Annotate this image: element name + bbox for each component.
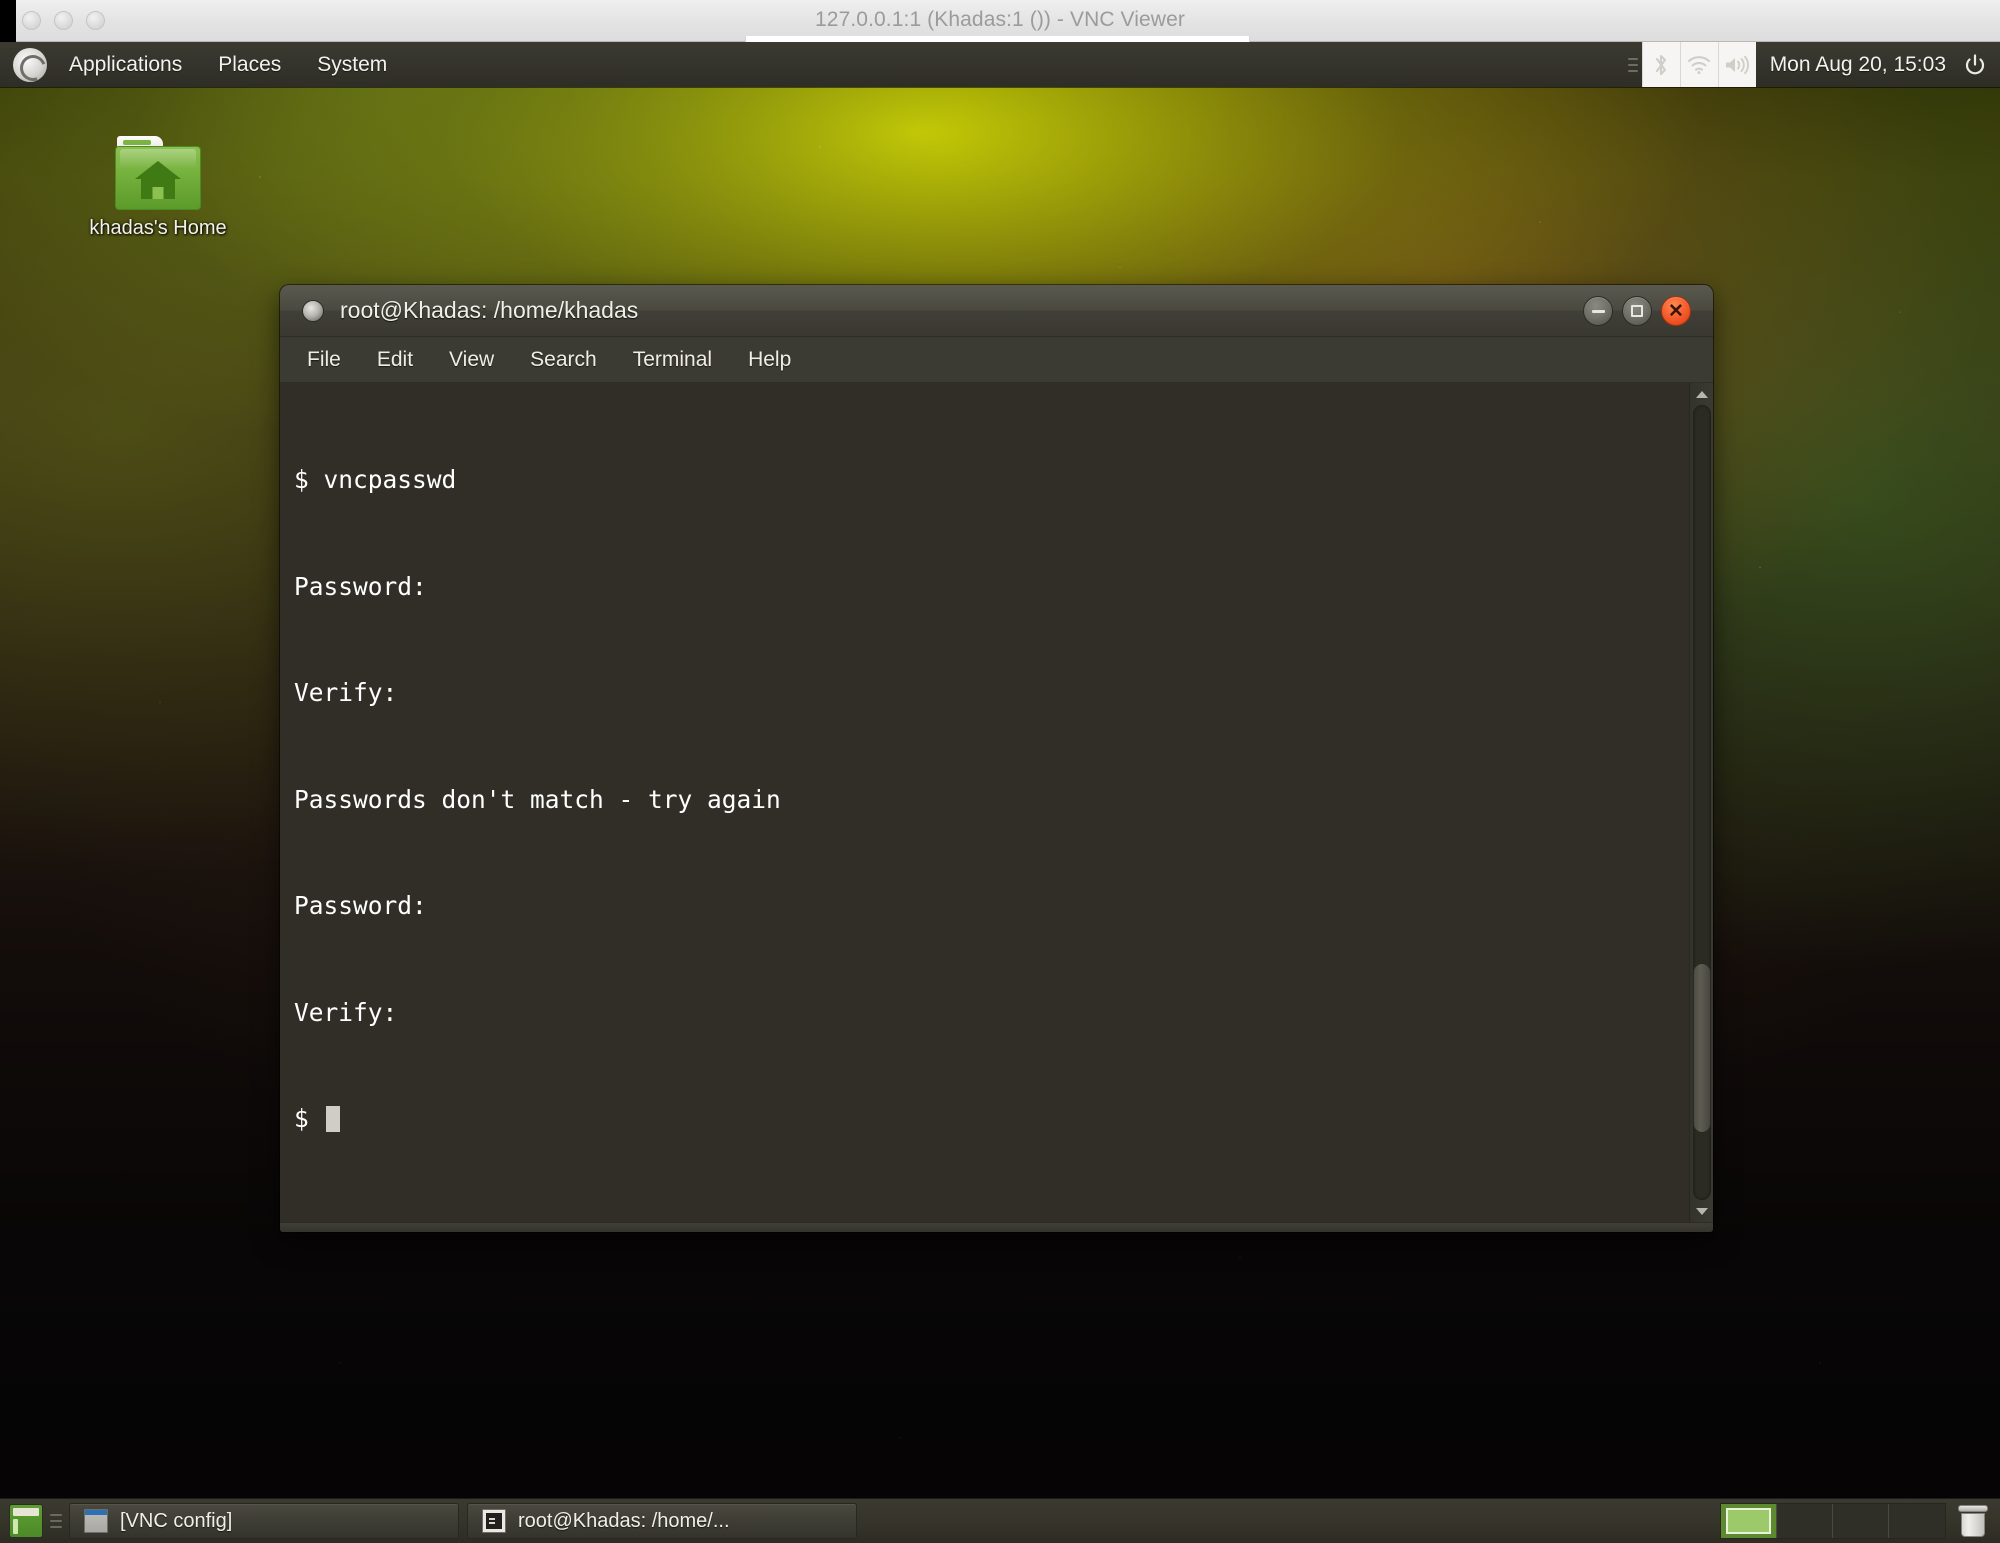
wifi-icon[interactable] — [1679, 42, 1718, 87]
bluetooth-icon[interactable] — [1641, 42, 1680, 87]
outer-window-title: 127.0.0.1:1 (Khadas:1 ()) - VNC Viewer — [815, 8, 1185, 31]
menu-view[interactable]: View — [444, 345, 499, 375]
menu-file[interactable]: File — [302, 345, 346, 375]
taskbar-item-label: [VNC config] — [120, 1509, 233, 1532]
vnc-viewer-app: 127.0.0.1:1 (Khadas:1 ()) - VNC Viewer A… — [0, 0, 2000, 1543]
workspace-4[interactable] — [1889, 1504, 1945, 1538]
gnome-top-panel: Applications Places System Mon Aug 20, 1… — [0, 42, 2000, 87]
volume-icon[interactable] — [1717, 42, 1756, 87]
terminal-body[interactable]: $ vncpasswd Password: Verify: Passwords … — [280, 383, 1713, 1222]
taskbar-item-terminal[interactable]: root@Khadas: /home/... — [467, 1503, 857, 1539]
desktop-icon-khadas-home[interactable]: khadas's Home — [68, 136, 248, 240]
terminal-window[interactable]: root@Khadas: /home/khadas ✕ File Edit Vi… — [280, 285, 1713, 1232]
terminal-app-icon — [302, 299, 324, 322]
terminal-cursor — [325, 1106, 340, 1132]
desktop-icon-label: khadas's Home — [89, 217, 227, 239]
terminal-line: Verify: — [294, 678, 398, 707]
window-icon — [84, 1509, 108, 1533]
minimize-icon[interactable] — [1583, 296, 1613, 326]
menu-edit[interactable]: Edit — [372, 345, 418, 375]
terminal-prompt-line: $ — [294, 1101, 1689, 1137]
trash-icon[interactable] — [1956, 1503, 1990, 1539]
workspace-switcher[interactable] — [1720, 1503, 1946, 1539]
terminal-line: Passwords don't match - try again — [294, 784, 781, 814]
trash-can — [1961, 1513, 1985, 1537]
ubuntu-logo-icon[interactable] — [13, 47, 47, 82]
terminal-line: $ vncpasswd — [294, 465, 457, 494]
remote-desktop-viewport[interactable]: Applications Places System Mon Aug 20, 1… — [0, 42, 2000, 1543]
folder-body — [115, 146, 201, 210]
terminal-line: Password: — [294, 891, 427, 920]
home-roof-icon — [135, 161, 181, 179]
terminal-scrollbar[interactable] — [1689, 383, 1713, 1222]
terminal-icon — [482, 1509, 506, 1533]
workspace-3[interactable] — [1833, 1504, 1889, 1538]
panel-clock[interactable]: Mon Aug 20, 15:03 — [1756, 53, 1958, 77]
terminal-titlebar[interactable]: root@Khadas: /home/khadas ✕ — [280, 285, 1713, 337]
menu-system[interactable]: System — [311, 49, 393, 81]
gnome-bottom-panel: [VNC config] root@Khadas: /home/... — [0, 1498, 2000, 1543]
workspace-1[interactable] — [1721, 1504, 1777, 1538]
home-folder-icon — [115, 136, 201, 210]
system-tray: Mon Aug 20, 15:03 — [1627, 42, 2000, 87]
menu-help[interactable]: Help — [743, 345, 796, 375]
tray-drag-handle[interactable] — [1627, 48, 1638, 82]
show-desktop-icon[interactable] — [9, 1504, 43, 1538]
terminal-line: Password: — [294, 571, 427, 601]
terminal-window-controls: ✕ — [1583, 296, 1691, 326]
power-icon[interactable] — [1958, 42, 1992, 87]
trash-lid — [1958, 1505, 1988, 1512]
terminal-line: Verify: — [294, 997, 398, 1027]
taskbar-item-label: root@Khadas: /home/... — [518, 1509, 730, 1532]
terminal-statusbar — [280, 1222, 1713, 1232]
maximize-icon[interactable] — [1622, 296, 1652, 326]
panel-menu-bar: Applications Places System — [63, 49, 393, 81]
taskbar-item-vnc-config[interactable]: [VNC config] — [69, 1503, 459, 1539]
terminal-title: root@Khadas: /home/khadas — [340, 297, 639, 323]
menu-places[interactable]: Places — [212, 49, 287, 81]
outer-window-titlebar: 127.0.0.1:1 (Khadas:1 ()) - VNC Viewer — [0, 0, 2000, 42]
workspace-2[interactable] — [1777, 1504, 1833, 1538]
terminal-prompt: $ — [294, 1104, 324, 1133]
scrollbar-thumb[interactable] — [1693, 963, 1711, 1133]
close-icon[interactable]: ✕ — [1661, 296, 1691, 326]
terminal-menubar: File Edit View Search Terminal Help — [280, 337, 1713, 383]
home-door-icon — [152, 187, 164, 199]
menu-terminal[interactable]: Terminal — [628, 345, 717, 375]
scroll-down-icon[interactable] — [1690, 1202, 1713, 1220]
taskbar-drag-handle[interactable] — [50, 1506, 62, 1536]
menu-search[interactable]: Search — [525, 345, 602, 375]
menu-applications[interactable]: Applications — [63, 49, 188, 81]
terminal-screen[interactable]: $ vncpasswd Password: Verify: Passwords … — [280, 383, 1689, 1222]
scroll-up-icon[interactable] — [1690, 385, 1713, 403]
